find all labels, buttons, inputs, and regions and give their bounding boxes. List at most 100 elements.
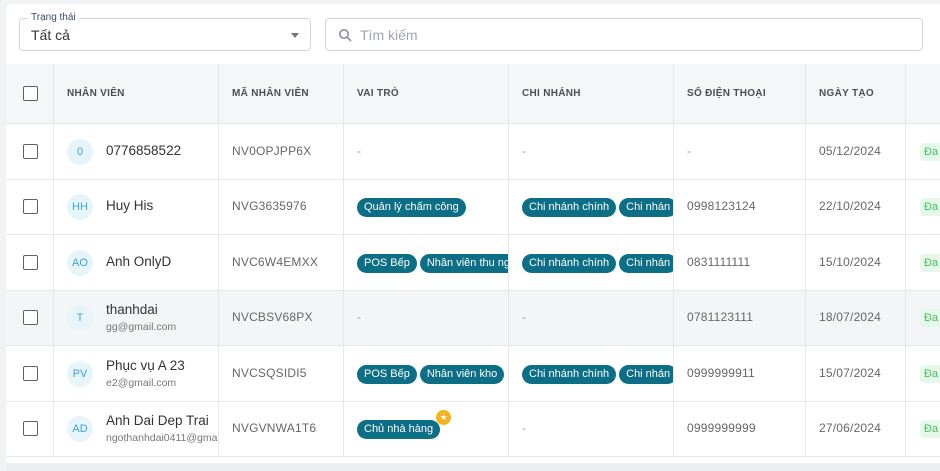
- employee-table: NHÂN VIÊN MÃ NHÂN VIÊN VAI TRÒ CHI NHÁNH…: [6, 64, 940, 471]
- role-tags: Chủ nhà hàng ★: [357, 410, 452, 440]
- role-tag: POS Bếp: [357, 253, 417, 273]
- employee-email: ngothanhdai0411@gma: [106, 432, 218, 445]
- role-tags: POS Bếp Nhân viên kho: [357, 364, 507, 384]
- horizontal-scrollbar[interactable]: [6, 463, 940, 471]
- role-tag-label: Quản lý chấm công: [364, 201, 459, 214]
- branch-tag: Chi nhán: [619, 198, 673, 218]
- chevron-down-icon[interactable]: [291, 33, 299, 38]
- empty-value: -: [357, 310, 361, 325]
- role-tags: Quản lý chấm công: [357, 197, 469, 218]
- branch-tag: Chi nhánh chính: [522, 364, 617, 384]
- status-badge: Đa: [920, 253, 940, 272]
- column-header-role[interactable]: VAI TRÒ: [357, 88, 399, 99]
- status-select-value: Tất cả: [31, 27, 70, 43]
- table-row[interactable]: Tthanhdai gg@gmail.com NVCBSV68PX - - 0781123…: [6, 290, 940, 346]
- avatar: HH: [67, 194, 93, 221]
- branch-tag: Chi nhánh chính: [522, 253, 617, 273]
- table-row[interactable]: HH Huy His NVG3635976 Quản lý chấm công Chi …: [6, 179, 940, 235]
- empty-value: -: [522, 421, 526, 436]
- empty-value: -: [522, 310, 526, 325]
- branch-tags: Chi nhánh chính Chi nhán: [522, 253, 673, 273]
- role-tag-label: Chủ nhà hàng: [364, 423, 434, 436]
- search-input[interactable]: [360, 25, 900, 45]
- avatar: 0: [67, 138, 93, 165]
- role-tag-label: Nhân viên thu ng: [426, 256, 509, 269]
- avatar: T: [67, 305, 93, 332]
- table-row[interactable]: PV Phục vụ A 23 e2@gmail.com NVCSQSIDI5 POS …: [6, 346, 940, 402]
- employee-list-panel: Trạng thái Tất cả NHÂN VIÊN MÃ NHÂN VIÊN…: [6, 4, 940, 471]
- role-tag: Nhân viên thu ng: [419, 253, 509, 273]
- empty-value: -: [357, 143, 361, 158]
- filter-bar: Trạng thái Tất cả: [6, 4, 940, 64]
- role-tag: POS Bếp: [357, 364, 417, 384]
- branch-tag-label: Chi nhán: [626, 201, 671, 214]
- status-select-label: Trạng thái: [28, 12, 79, 24]
- branch-tags: Chi nhánh chính Chi nhán: [522, 197, 673, 218]
- branch-tags: Chi nhánh chính Chi nhán: [522, 364, 673, 384]
- employee-code: NVG3635976: [232, 199, 307, 214]
- phone-number: 0831111111: [687, 254, 751, 269]
- column-header-phone[interactable]: SỐ ĐIỆN THOẠI: [687, 88, 766, 99]
- row-checkbox[interactable]: [23, 199, 38, 215]
- employee-name[interactable]: thanhdai: [106, 302, 158, 317]
- avatar: AO: [67, 249, 93, 276]
- role-tags: POS Bếp Nhân viên thu ng: [357, 253, 509, 273]
- employee-code: NVCBSV68PX: [232, 310, 313, 325]
- avatar: AD: [67, 416, 93, 443]
- employee-name[interactable]: Phục vụ A 23: [106, 358, 185, 373]
- employee-name[interactable]: 0776858522: [106, 143, 181, 158]
- status-badge: Đa: [920, 309, 940, 328]
- branch-tag-label: Chi nhán: [626, 367, 671, 380]
- status-badge: Đa: [920, 142, 940, 161]
- phone-number: -: [687, 143, 691, 158]
- created-date: 18/07/2024: [819, 310, 882, 325]
- search-icon: [339, 29, 352, 42]
- star-icon: ★: [436, 410, 452, 426]
- employee-email: gg@gmail.com: [106, 321, 177, 334]
- row-checkbox[interactable]: [23, 254, 38, 270]
- employee-name[interactable]: Anh Dai Dep Trai: [106, 413, 209, 428]
- role-tag: Chủ nhà hàng ★: [357, 410, 452, 440]
- role-tag-label: POS Bếp: [364, 256, 410, 269]
- employee-name[interactable]: Huy His: [106, 198, 153, 213]
- row-checkbox[interactable]: [23, 421, 38, 437]
- employee-name[interactable]: Anh OnlyD: [106, 254, 171, 269]
- employee-code: NV0OPJPP6X: [232, 143, 312, 158]
- created-date: 22/10/2024: [819, 199, 882, 214]
- row-checkbox[interactable]: [23, 365, 38, 381]
- employee-code: NVGVNWA1T6: [232, 421, 317, 436]
- row-checkbox[interactable]: [23, 143, 38, 159]
- status-badge: Đa: [920, 420, 940, 439]
- column-header-created[interactable]: NGÀY TẠO: [819, 88, 874, 99]
- column-header-code[interactable]: MÃ NHÂN VIÊN: [232, 88, 309, 99]
- table-row[interactable]: AO Anh OnlyD NVC6W4EMXX POS Bếp Nhân viên th…: [6, 235, 940, 291]
- role-tag: Nhân viên kho: [419, 364, 505, 384]
- phone-number: 0999999911: [687, 365, 755, 380]
- created-date: 27/06/2024: [819, 421, 882, 436]
- branch-tag-label: Chi nhánh chính: [529, 201, 610, 214]
- branch-tag-label: Chi nhán: [626, 256, 671, 269]
- row-checkbox[interactable]: [23, 310, 38, 326]
- branch-tag: Chi nhán: [619, 364, 673, 384]
- role-tag: Quản lý chấm công: [357, 198, 466, 218]
- table-row[interactable]: 0 0776858522 NV0OPJPP6X - - - 05/12/2024 Đa: [6, 124, 940, 180]
- avatar: PV: [67, 360, 93, 387]
- search-box[interactable]: [325, 18, 923, 51]
- empty-value: -: [522, 143, 526, 158]
- status-badge: Đa: [920, 198, 940, 217]
- branch-tag: Chi nhán: [619, 253, 673, 273]
- table-header-row: NHÂN VIÊN MÃ NHÂN VIÊN VAI TRÒ CHI NHÁNH…: [6, 64, 940, 124]
- employee-email: e2@gmail.com: [106, 376, 177, 389]
- created-date: 15/07/2024: [819, 365, 882, 380]
- status-select[interactable]: Trạng thái Tất cả: [19, 12, 311, 51]
- created-date: 05/12/2024: [819, 143, 882, 158]
- column-header-branch[interactable]: CHI NHÁNH: [522, 88, 581, 99]
- branch-tag: Chi nhánh chính: [522, 198, 617, 218]
- employee-code: NVC6W4EMXX: [232, 254, 319, 269]
- created-date: 15/10/2024: [819, 254, 882, 269]
- select-all-checkbox[interactable]: [23, 86, 38, 101]
- role-tag-label: Nhân viên kho: [426, 367, 498, 380]
- column-header-employee[interactable]: NHÂN VIÊN: [67, 88, 125, 99]
- table-row[interactable]: AD Anh Dai Dep Trai ngothanhdai0411@gma NVG…: [6, 401, 940, 457]
- phone-number: 0998123124: [687, 199, 756, 214]
